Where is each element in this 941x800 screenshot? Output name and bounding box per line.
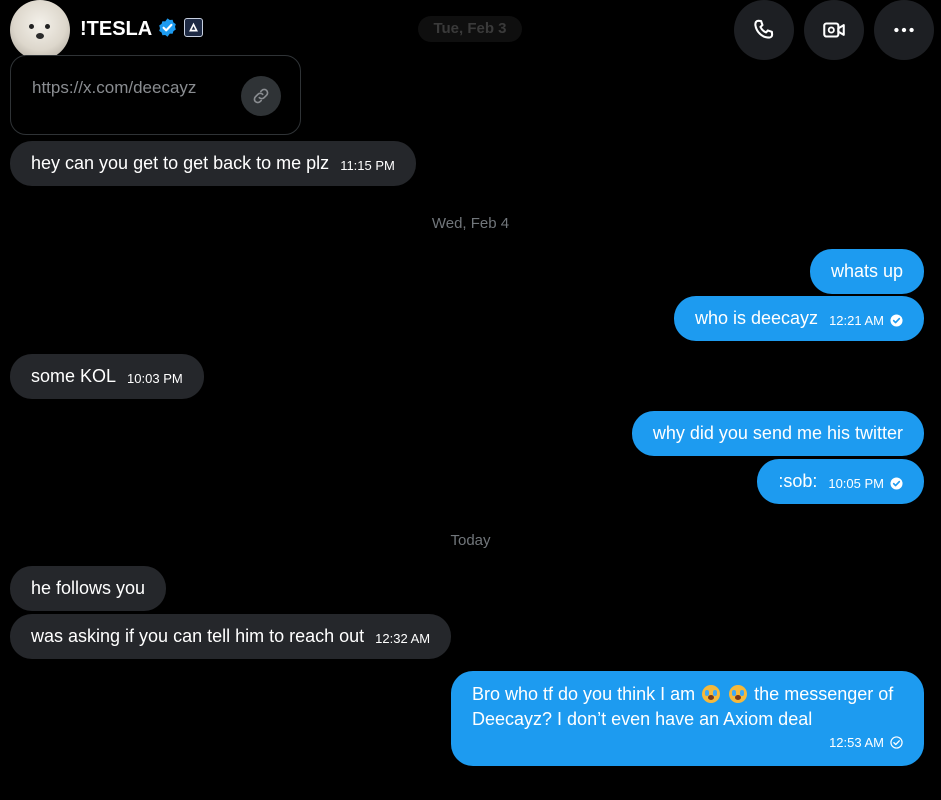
affiliate-badge-icon: [184, 18, 203, 37]
message-outgoing[interactable]: why did you send me his twitter: [631, 411, 924, 456]
message-outgoing[interactable]: :sob: 10:05 PM: [757, 459, 924, 504]
message-time: 12:21 AM: [829, 313, 884, 328]
message-text: Bro who tf do you think I am: [472, 684, 696, 704]
avatar[interactable]: [10, 0, 70, 60]
date-divider: Wed, Feb 4: [431, 215, 510, 232]
message-text: hey can you get to get back to me plz: [31, 153, 330, 173]
sent-check-icon: [890, 736, 903, 749]
message-time: 12:32 AM: [375, 631, 431, 646]
message-text: who is deecayz: [694, 308, 819, 328]
message-outgoing[interactable]: Bro who tf do you think I am the messeng…: [451, 671, 924, 766]
message-incoming[interactable]: was asking if you can tell him to reach …: [10, 614, 452, 659]
phone-icon: [754, 19, 774, 39]
message-time: 12:53 AM: [829, 735, 884, 750]
link-preview-card[interactable]: https://x.com/deecayz: [10, 55, 301, 135]
date-divider-top: Tue, Feb 3: [418, 16, 522, 42]
video-call-button[interactable]: [804, 0, 864, 60]
message-time-row: 12:53 AM: [829, 730, 903, 755]
message-time: 10:03 PM: [127, 371, 183, 386]
message-text: why did you send me his twitter: [652, 423, 903, 443]
contact-name[interactable]: !TESLA: [80, 17, 152, 41]
message-incoming[interactable]: he follows you: [10, 566, 167, 611]
message-text: some KOL: [31, 366, 117, 386]
message-text: :sob:: [778, 471, 818, 491]
read-check-icon: [890, 314, 903, 327]
more-options-button[interactable]: [874, 0, 934, 60]
message-text: whats up: [830, 261, 903, 281]
more-dots-icon: [894, 27, 914, 33]
message-time: 11:15 PM: [340, 158, 395, 173]
link-preview-url[interactable]: https://x.com/deecayz: [32, 78, 196, 98]
read-check-icon: [890, 477, 903, 490]
call-button[interactable]: [734, 0, 794, 60]
message-time: 10:05 PM: [828, 476, 884, 491]
verified-badge-icon: [159, 18, 176, 37]
message-outgoing[interactable]: who is deecayz 12:21 AM: [673, 296, 924, 341]
message-incoming[interactable]: hey can you get to get back to me plz 11…: [10, 141, 416, 186]
link-icon: [241, 76, 281, 116]
video-camera-icon: [823, 22, 845, 38]
message-outgoing[interactable]: whats up: [809, 249, 924, 294]
message-incoming[interactable]: some KOL 10:03 PM: [10, 354, 204, 399]
crying-emoji-icon: [729, 685, 748, 703]
crying-emoji-icon: [702, 685, 721, 703]
message-text: was asking if you can tell him to reach …: [31, 626, 365, 646]
date-divider: Today: [450, 532, 491, 549]
message-text: he follows you: [31, 578, 146, 598]
